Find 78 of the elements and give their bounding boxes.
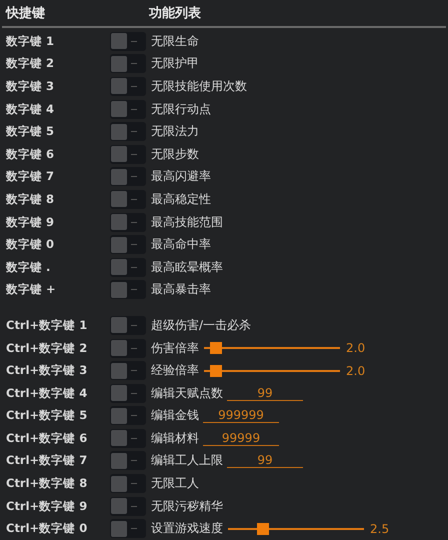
toggle-switch[interactable] <box>110 361 146 380</box>
hotkey-label: 数字键 6 <box>4 146 56 162</box>
column-header: 快捷键 <box>4 5 46 22</box>
hotkey-label: Ctrl+数字键 4 <box>5 386 88 401</box>
hotkey-label: Ctrl+数字键 1 <box>5 318 88 333</box>
hotkey-label: Ctrl+数字键 6 <box>5 430 88 446</box>
function-label: 最高眩晕概率 <box>151 258 223 276</box>
toggle-switch[interactable] <box>110 32 146 51</box>
function-label: 最高稳定性 <box>151 190 211 208</box>
slider-value: 2.5 <box>370 522 390 536</box>
toggle-switch[interactable] <box>110 428 146 448</box>
toggle-switch[interactable] <box>110 519 146 538</box>
function-label: 无限护甲 <box>151 55 199 72</box>
toggle-switch[interactable] <box>110 54 146 74</box>
function-label: 编辑天赋点数 <box>151 384 223 402</box>
function-label: 最高命中率 <box>151 236 211 254</box>
toggle-switch[interactable] <box>110 406 146 426</box>
function-label: 无限污秽精华 <box>151 498 223 515</box>
hotkey-label: 数字键 2 <box>4 56 56 72</box>
function-label: 伤害倍率 <box>151 340 199 357</box>
toggle-switch[interactable] <box>110 258 146 277</box>
function-label: 编辑金钱 <box>151 407 199 424</box>
toggle-switch[interactable] <box>110 167 146 186</box>
toggle-switch[interactable] <box>110 76 146 96</box>
column-header: 功能列表 <box>149 5 201 22</box>
function-label: 无限生命 <box>151 32 199 50</box>
function-label: 经验倍率 <box>151 362 199 380</box>
hotkey-label: 数字键 . <box>4 260 52 275</box>
function-label: 编辑工人上限 <box>151 452 223 470</box>
hotkey-label: 数字键 1 <box>4 34 56 49</box>
function-label: 无限步数 <box>151 146 199 163</box>
hotkey-label: Ctrl+数字键 9 <box>5 498 88 514</box>
function-label: 编辑材料 <box>151 430 199 447</box>
toggle-switch[interactable] <box>110 122 146 142</box>
toggle-switch[interactable] <box>110 144 146 164</box>
function-label: 无限技能使用次数 <box>151 78 247 95</box>
toggle-switch[interactable] <box>110 190 146 209</box>
toggle-switch[interactable] <box>110 338 146 358</box>
hotkey-label: 数字键 8 <box>4 192 56 207</box>
hotkey-label: 数字键 + <box>4 282 57 298</box>
input-field[interactable]: 99 <box>227 453 303 468</box>
toggle-switch[interactable] <box>110 100 146 119</box>
toggle-switch[interactable] <box>110 496 146 516</box>
hotkey-label: Ctrl+数字键 2 <box>5 340 88 356</box>
toggle-switch[interactable] <box>110 212 146 232</box>
toggle-switch[interactable] <box>110 316 146 335</box>
hotkey-label: 数字键 9 <box>4 214 56 230</box>
hotkey-label: 数字键 5 <box>4 124 56 140</box>
slider-thumb[interactable] <box>210 342 222 354</box>
function-label: 无限工人 <box>151 475 199 492</box>
hotkey-label: Ctrl+数字键 0 <box>5 521 88 536</box>
input-field[interactable]: 999999 <box>203 408 279 424</box>
hotkey-label: 数字键 7 <box>4 169 56 184</box>
input-field[interactable]: 99 <box>227 386 303 401</box>
toggle-switch[interactable] <box>110 280 146 300</box>
slider-thumb[interactable] <box>257 522 270 535</box>
hotkey-label: 数字键 3 <box>4 78 56 94</box>
hotkey-label: Ctrl+数字键 5 <box>5 408 88 424</box>
toggle-switch[interactable] <box>110 384 146 403</box>
toggle-switch[interactable] <box>110 474 146 494</box>
hotkey-label: Ctrl+数字键 7 <box>5 453 88 468</box>
function-label: 超级伤害/一击必杀 <box>151 316 252 334</box>
slider-thumb[interactable] <box>210 364 222 377</box>
toggle-switch[interactable] <box>110 451 146 470</box>
function-label: 最高暴击率 <box>151 281 211 298</box>
hotkey-label: 数字键 4 <box>4 102 56 117</box>
hotkey-label: Ctrl+数字键 8 <box>5 476 88 492</box>
slider-value: 2.0 <box>346 341 366 356</box>
hotkey-label: 数字键 0 <box>4 237 56 252</box>
function-label: 最高技能范围 <box>151 214 223 231</box>
function-label: 最高闪避率 <box>151 168 211 186</box>
function-label: 设置游戏速度 <box>151 520 223 538</box>
function-label: 无限法力 <box>151 123 199 140</box>
input-field[interactable]: 99999 <box>203 430 279 446</box>
hotkey-label: Ctrl+数字键 3 <box>5 363 88 378</box>
slider-value: 2.0 <box>346 364 366 378</box>
function-label: 无限行动点 <box>151 100 211 118</box>
toggle-switch[interactable] <box>110 235 146 254</box>
